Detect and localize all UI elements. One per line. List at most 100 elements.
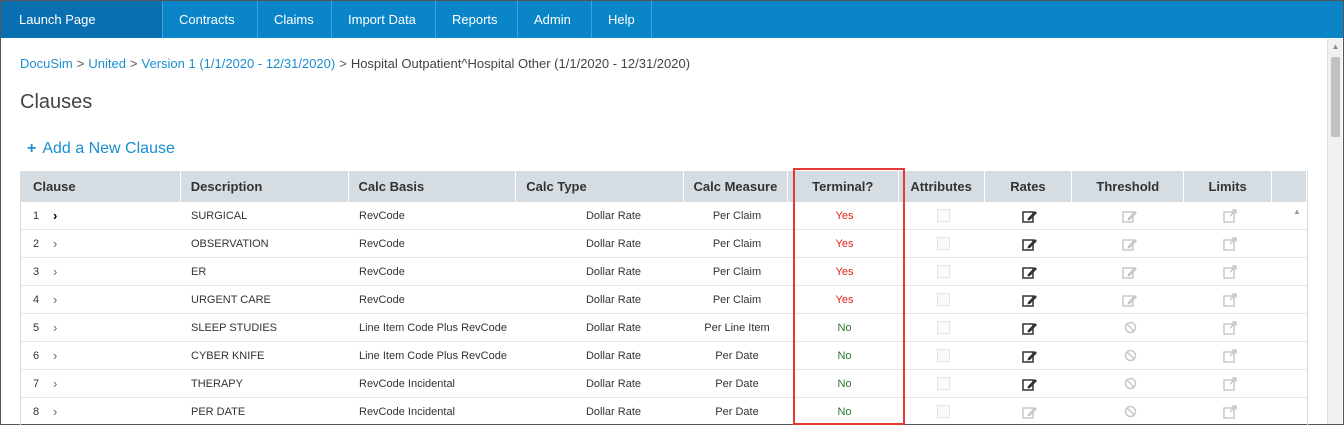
edit-icon[interactable] [1022, 405, 1038, 419]
cell-description: SLEEP STUDIES [191, 321, 277, 334]
header-calc-type[interactable]: Calc Type [516, 171, 685, 202]
chevron-right-icon[interactable]: › [53, 320, 57, 335]
nav-help[interactable]: Help [592, 1, 652, 38]
cell-attributes [900, 314, 986, 341]
page-scrollbar[interactable]: ▲ [1327, 39, 1342, 424]
cell-calc-basis: RevCode Incidental [359, 377, 456, 390]
cell-terminal: Yes [835, 237, 854, 250]
table-row[interactable]: 4 › URGENT CARE RevCode Dollar Rate Per Claim… [21, 286, 1307, 314]
edit-icon[interactable] [1022, 265, 1038, 279]
attributes-checkbox[interactable] [936, 265, 950, 278]
cell-terminal: Yes [835, 209, 854, 222]
breadcrumb-link-version[interactable]: Version 1 (1/1/2020 - 12/31/2020) [142, 56, 336, 71]
cell-limits [1186, 286, 1274, 313]
chevron-right-icon[interactable]: › [53, 348, 57, 363]
table-scroll-up-icon[interactable]: ▲ [1293, 207, 1301, 216]
header-clause[interactable]: Clause [21, 171, 181, 202]
cell-calc-basis: RevCode Incidental [359, 405, 456, 418]
external-link-icon [1222, 320, 1238, 335]
cell-clause: 2 › [21, 230, 181, 257]
cell-description: OBSERVATION [191, 237, 269, 250]
cell-rates[interactable] [986, 286, 1074, 313]
cell-attributes [900, 286, 986, 313]
edit-icon[interactable] [1022, 377, 1038, 391]
chevron-right-icon[interactable]: › [53, 404, 57, 419]
header-calc-measure[interactable]: Calc Measure [684, 171, 788, 202]
chevron-right-icon[interactable]: › [53, 264, 57, 279]
cell-rates[interactable] [986, 314, 1074, 341]
scrollbar-thumb[interactable] [1331, 57, 1340, 137]
add-clause-button[interactable]: + Add a New Clause [27, 140, 175, 158]
cell-terminal: No [837, 377, 852, 390]
header-terminal[interactable]: Terminal? [788, 171, 899, 202]
cell-clause: 6 › [21, 342, 181, 369]
breadcrumb-link-docusim[interactable]: DocuSim [20, 56, 73, 71]
clause-number: 5 [33, 321, 40, 334]
cell-calc-type: Dollar Rate [585, 293, 641, 306]
edit-icon[interactable] [1022, 321, 1038, 335]
cell-rates[interactable] [986, 202, 1074, 229]
clause-number: 1 [33, 209, 40, 222]
edit-icon [1122, 237, 1138, 251]
cell-calc-basis: Line Item Code Plus RevCode [359, 349, 507, 362]
attributes-checkbox[interactable] [936, 209, 950, 222]
cell-threshold [1074, 286, 1186, 313]
cell-rates[interactable] [986, 342, 1074, 369]
nav-launch-page[interactable]: Launch Page [1, 1, 163, 38]
table-row[interactable]: 2 › OBSERVATION RevCode Dollar Rate Per Claim… [21, 230, 1307, 258]
chevron-right-icon[interactable]: › [53, 292, 57, 307]
table-row[interactable]: 8 › PER DATE RevCode Incidental Dollar Rate P… [21, 398, 1307, 425]
scroll-up-icon[interactable]: ▲ [1328, 39, 1343, 54]
edit-icon[interactable] [1022, 293, 1038, 307]
cell-calc-measure: Per Claim [712, 237, 762, 250]
cell-limits [1186, 342, 1274, 369]
nav-reports[interactable]: Reports [436, 1, 518, 38]
header-description[interactable]: Description [181, 171, 349, 202]
cell-description: THERAPY [191, 377, 243, 390]
chevron-right-icon[interactable]: › [53, 376, 57, 391]
cell-rates[interactable] [986, 230, 1074, 257]
cell-rates[interactable] [986, 258, 1074, 285]
cell-clause: 3 › [21, 258, 181, 285]
table-row[interactable]: 5 › SLEEP STUDIES Line Item Code Plus RevCo… [21, 314, 1307, 342]
table-row[interactable]: 6 › CYBER KNIFE Line Item Code Plus RevCode… [21, 342, 1307, 370]
cell-calc-measure: Per Claim [712, 265, 762, 278]
nav-contracts[interactable]: Contracts [163, 1, 258, 38]
table-row[interactable]: 3 › ER RevCode Dollar Rate Per Claim Yes [21, 258, 1307, 286]
breadcrumb-link-united[interactable]: United [88, 56, 126, 71]
cell-calc-measure: Per Date [715, 377, 759, 390]
external-link-icon [1222, 348, 1238, 363]
top-nav: Launch Page Contracts Claims Import Data… [1, 1, 1343, 38]
table-row[interactable]: 7 › THERAPY RevCode Incidental Dollar Rate Pe… [21, 370, 1307, 398]
cell-limits [1186, 202, 1274, 229]
cell-rates[interactable] [986, 370, 1074, 397]
attributes-checkbox[interactable] [936, 349, 950, 362]
attributes-checkbox[interactable] [936, 377, 950, 390]
attributes-checkbox[interactable] [936, 293, 950, 306]
header-threshold: Threshold [1072, 171, 1185, 202]
cell-calc-measure: Per Claim [712, 293, 762, 306]
nav-claims[interactable]: Claims [258, 1, 332, 38]
chevron-right-icon[interactable]: › [53, 208, 57, 223]
cell-attributes [900, 202, 986, 229]
nav-admin[interactable]: Admin [518, 1, 592, 38]
header-calc-basis[interactable]: Calc Basis [349, 171, 517, 202]
attributes-checkbox[interactable] [936, 237, 950, 250]
cell-threshold [1074, 314, 1186, 341]
cell-calc-type: Dollar Rate [585, 405, 641, 418]
cell-limits [1186, 258, 1274, 285]
attributes-checkbox[interactable] [936, 405, 950, 418]
cell-calc-type: Dollar Rate [585, 321, 641, 334]
external-link-icon [1222, 404, 1238, 419]
clauses-table: Clause Description Calc Basis Calc Type … [20, 171, 1308, 425]
edit-icon[interactable] [1022, 209, 1038, 223]
nav-import-data[interactable]: Import Data [332, 1, 436, 38]
cell-description: URGENT CARE [191, 293, 271, 306]
chevron-right-icon[interactable]: › [53, 236, 57, 251]
cell-rates[interactable] [986, 398, 1074, 425]
edit-icon[interactable] [1022, 349, 1038, 363]
attributes-checkbox[interactable] [936, 321, 950, 334]
edit-icon[interactable] [1022, 237, 1038, 251]
table-row[interactable]: 1 › SURGICAL RevCode Dollar Rate Per Claim Yes [21, 202, 1307, 230]
cell-clause: 1 › [21, 202, 181, 229]
